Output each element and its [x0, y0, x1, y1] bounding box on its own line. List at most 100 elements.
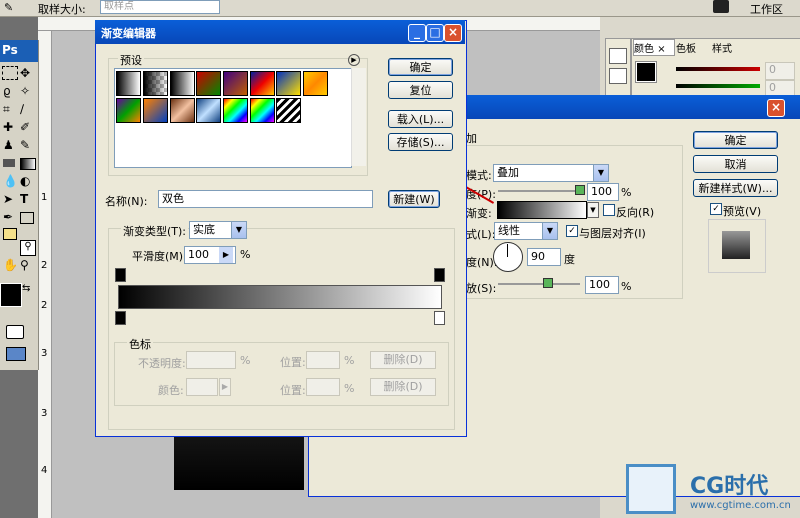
layer-style-ok-button[interactable]: 确定 — [693, 131, 778, 149]
scale-field[interactable]: 100 — [585, 276, 619, 294]
slice-tool-icon[interactable]: ∕ — [20, 102, 24, 116]
angle-unit: 度 — [564, 253, 575, 266]
preset-swatch[interactable] — [223, 71, 248, 96]
angle-field[interactable]: 90 — [527, 248, 561, 266]
presets-scrollbar[interactable] — [351, 68, 366, 166]
type-tool-icon[interactable]: T — [20, 192, 28, 206]
preset-swatch[interactable] — [143, 71, 168, 96]
scale-slider-track[interactable] — [498, 283, 580, 285]
preset-swatch[interactable] — [196, 71, 221, 96]
presets-label: 预设 — [118, 52, 144, 68]
preset-swatch[interactable] — [116, 71, 141, 96]
save-button[interactable]: 存储(S)... — [388, 133, 453, 151]
reverse-checkbox[interactable] — [603, 204, 615, 216]
workspace-menu[interactable]: 工作区 — [750, 1, 783, 17]
angle-dial-needle — [507, 244, 508, 257]
tab-styles[interactable]: 样式 — [712, 40, 732, 55]
blend-mode-select[interactable]: 叠加 ▼ — [493, 164, 609, 182]
opacity-slider-track[interactable] — [498, 190, 580, 192]
close-button[interactable]: × — [444, 24, 462, 42]
layer-style-cancel-button[interactable]: 取消 — [693, 155, 778, 173]
preset-swatch[interactable] — [143, 98, 168, 123]
red-slider-track[interactable] — [676, 67, 760, 71]
healing-brush-icon[interactable]: ✚ — [3, 120, 13, 134]
screen-mode-icon[interactable] — [6, 347, 26, 361]
tab-close-icon[interactable]: × — [657, 44, 665, 55]
reset-button[interactable]: 复位 — [388, 81, 453, 99]
magic-wand-icon[interactable]: ✧ — [20, 84, 30, 98]
opacity-field[interactable]: 100 — [587, 183, 619, 201]
path-select-icon[interactable]: ➤ — [3, 192, 13, 206]
color-stop-right[interactable] — [434, 311, 445, 325]
preset-swatch[interactable] — [170, 98, 195, 123]
preset-swatch[interactable] — [250, 71, 275, 96]
angle-dial[interactable] — [493, 242, 523, 272]
photoshop-logo: Ps — [2, 43, 18, 57]
preset-swatch[interactable] — [250, 98, 275, 123]
brush-tool-icon[interactable]: ✐ — [20, 120, 30, 134]
presets-menu-icon[interactable]: ▶ — [348, 54, 360, 66]
preset-swatch[interactable] — [170, 71, 195, 96]
hand-tool-icon[interactable]: ✋ — [3, 258, 18, 272]
quick-mask-icon[interactable] — [6, 325, 24, 339]
eraser-tool-icon[interactable] — [3, 159, 15, 167]
new-gradient-button[interactable]: 新建(W) — [388, 190, 440, 208]
stamp-tool-icon[interactable]: ♟ — [3, 138, 14, 152]
align-checkbox[interactable]: ✓ — [566, 225, 578, 237]
layer-style-close-button[interactable]: × — [767, 99, 785, 117]
blur-tool-icon[interactable]: 💧 — [3, 174, 18, 188]
dodge-tool-icon[interactable]: ◐ — [20, 174, 30, 188]
smoothness-percent: % — [240, 248, 251, 261]
gradient-bar[interactable] — [118, 285, 442, 309]
eyedropper-icon[interactable]: ⚲ — [20, 240, 36, 256]
preset-swatch[interactable] — [223, 98, 248, 123]
gradient-preview[interactable] — [497, 201, 587, 219]
preset-swatch[interactable] — [116, 98, 141, 123]
stop-color-location-field — [306, 378, 340, 396]
swap-colors-icon[interactable]: ⇆ — [22, 283, 30, 294]
panel-strip-button[interactable] — [609, 68, 627, 84]
shape-tool-icon[interactable] — [20, 212, 34, 224]
opacity-slider-thumb[interactable] — [575, 185, 585, 195]
preview-checkbox[interactable]: ✓ — [710, 203, 722, 215]
maximize-button[interactable]: □ — [426, 24, 444, 42]
red-value-field[interactable]: 0 — [765, 62, 795, 80]
palette-well-icon[interactable] — [713, 0, 729, 13]
foreground-color-swatch[interactable] — [0, 283, 22, 307]
scale-slider-thumb[interactable] — [543, 278, 553, 288]
crop-tool-icon[interactable]: ⌗ — [3, 102, 10, 117]
style-select[interactable]: 线性 ▼ — [494, 222, 558, 240]
color-panel-foreground[interactable] — [635, 61, 657, 83]
style-label: 式(L): — [466, 228, 496, 241]
lasso-tool-icon[interactable]: ϱ — [3, 84, 11, 98]
notes-tool-icon[interactable] — [3, 228, 17, 240]
opacity-stop-right[interactable] — [434, 268, 445, 282]
pen-tool-icon[interactable]: ✒ — [3, 210, 13, 224]
history-brush-icon[interactable]: ✎ — [20, 138, 30, 152]
minimize-button[interactable]: _ — [408, 24, 426, 42]
eyedropper-tool-icon[interactable]: ✎ — [4, 1, 18, 14]
tab-color[interactable]: 颜色 × — [633, 39, 675, 56]
preset-swatch[interactable] — [196, 98, 221, 123]
new-style-button[interactable]: 新建样式(W)... — [693, 179, 778, 197]
gradient-dropdown-icon[interactable]: ▼ — [587, 202, 599, 218]
green-slider-track[interactable] — [676, 84, 760, 88]
move-tool-icon[interactable]: ✥ — [20, 66, 30, 80]
marquee-tool-icon[interactable] — [2, 66, 18, 80]
ok-button[interactable]: 确定 — [388, 58, 453, 76]
gradient-type-select[interactable]: 实底 ▼ — [189, 221, 247, 239]
stop-opacity-location-percent: % — [344, 354, 355, 367]
preset-swatch[interactable] — [276, 71, 301, 96]
load-button[interactable]: 载入(L)... — [388, 110, 453, 128]
preset-swatch[interactable] — [303, 71, 328, 96]
smoothness-arrow-icon[interactable]: ▶ — [219, 247, 233, 263]
opacity-stop-left[interactable] — [115, 268, 126, 282]
preset-swatch[interactable] — [276, 98, 301, 123]
zoom-tool-icon[interactable]: ⚲ — [20, 258, 29, 272]
gradient-tool-icon[interactable] — [20, 158, 36, 170]
tab-swatches[interactable]: 色板 — [676, 40, 696, 55]
name-input[interactable]: 双色 — [158, 190, 373, 208]
panel-strip-button[interactable] — [609, 48, 627, 64]
color-stop-left[interactable] — [115, 311, 126, 325]
sample-size-select[interactable]: 取样点 — [100, 0, 220, 14]
